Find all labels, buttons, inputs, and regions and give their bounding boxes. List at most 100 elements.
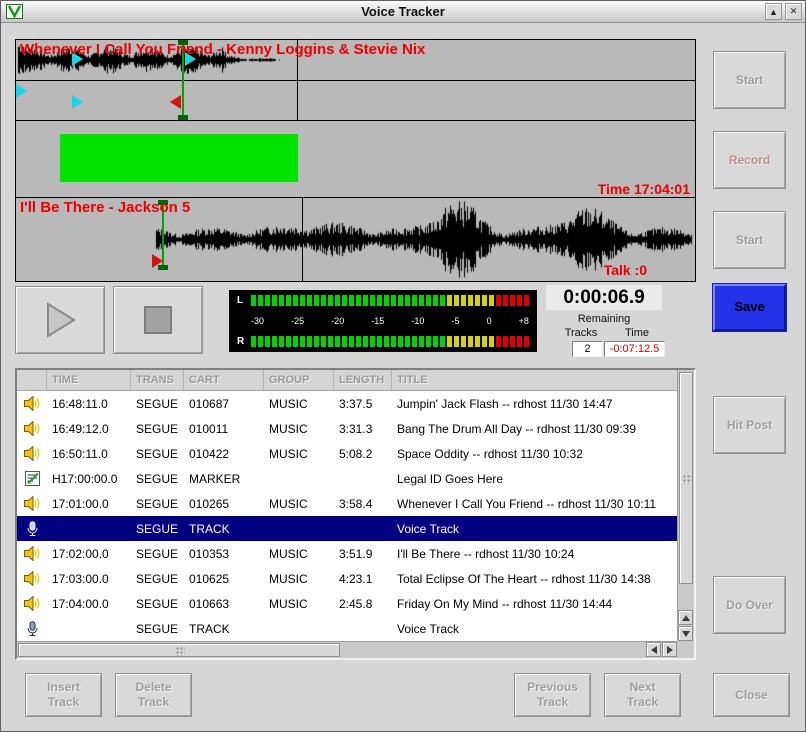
led-segment	[433, 336, 438, 347]
log-row[interactable]: 17:02:00.0SEGUE010353MUSIC3:51.9I'll Be …	[17, 541, 677, 566]
right-channel-label: R	[237, 336, 245, 347]
led-segment	[363, 336, 368, 347]
led-segment	[461, 336, 466, 347]
meter-scale-label: -30	[251, 316, 264, 326]
fade-marker-icon[interactable]	[72, 95, 83, 109]
lane-divider-line	[16, 80, 695, 81]
log-cell-trans: SEGUE	[131, 472, 184, 486]
shade-window-icon[interactable]: ▲	[765, 3, 782, 20]
tracks-remaining-value: 2	[572, 341, 603, 357]
log-row[interactable]: 17:04:00.0SEGUE010663MUSIC2:45.8Friday O…	[17, 591, 677, 616]
right-meter-leds	[251, 336, 529, 347]
led-segment	[440, 336, 445, 347]
time-remaining-label: Time	[609, 327, 665, 339]
scroll-up-button[interactable]	[678, 610, 693, 625]
col-header-group: GROUP	[264, 370, 334, 390]
talk-marker-icon[interactable]	[152, 254, 163, 268]
log-cell-trans: SEGUE	[131, 522, 184, 536]
led-segment	[293, 295, 298, 306]
vertical-scrollbar-thumb[interactable]	[679, 372, 693, 584]
meter-scale-label: -10	[411, 316, 424, 326]
col-header-time: TIME	[47, 370, 131, 390]
elapsed-time-display: 0:00:06.9	[546, 285, 662, 310]
scroll-up-icon	[682, 615, 690, 621]
log-cell-time: 17:01:00.0	[47, 497, 131, 511]
scroll-left-button[interactable]	[646, 642, 661, 657]
log-row[interactable]: SEGUETRACKVoice Track	[17, 616, 677, 641]
log-cell-title: Whenever I Call You Friend -- rdhost 11/…	[392, 497, 677, 511]
save-button[interactable]: Save	[713, 284, 786, 331]
led-segment	[517, 295, 522, 306]
close-window-icon[interactable]: ✕	[785, 3, 802, 20]
led-segment	[482, 336, 487, 347]
led-segment	[454, 295, 459, 306]
log-row[interactable]: 16:49:12.0SEGUE010011MUSIC3:31.3Bang The…	[17, 416, 677, 441]
stop-icon	[141, 303, 175, 337]
play-button[interactable]	[15, 286, 105, 354]
vertical-scrollbar[interactable]	[677, 370, 694, 641]
scroll-down-button[interactable]	[678, 626, 693, 641]
led-segment	[293, 336, 298, 347]
close-button[interactable]: Close	[713, 673, 790, 717]
start-track1-button[interactable]: Start	[713, 51, 786, 109]
led-segment	[447, 295, 452, 306]
log-row[interactable]: H17:00:00.0SEGUEMARKERLegal ID Goes Here	[17, 466, 677, 491]
led-segment	[335, 336, 340, 347]
log-cell-cart: TRACK	[184, 622, 264, 636]
start-track2-button[interactable]: Start	[713, 211, 786, 269]
fade-marker-icon[interactable]	[16, 84, 27, 98]
led-segment	[300, 295, 305, 306]
led-segment	[314, 336, 319, 347]
stop-button[interactable]	[113, 286, 203, 354]
meter-scale-label: -20	[331, 316, 344, 326]
titlebar[interactable]: Voice Tracker ▲ ✕	[1, 1, 805, 23]
led-segment	[370, 336, 375, 347]
log-cell-length: 3:51.9	[334, 547, 392, 561]
delete-track-button[interactable]: Delete Track	[115, 673, 192, 717]
led-segment	[335, 295, 340, 306]
voice-track-region[interactable]	[60, 134, 298, 182]
col-header-trans: TRANS	[131, 370, 184, 390]
horizontal-scrollbar-thumb[interactable]	[18, 643, 340, 657]
scroll-right-button[interactable]	[662, 642, 677, 657]
next-track-button[interactable]: Next Track	[604, 673, 681, 717]
voice-track-editor: Whenever I Call You Friend - Kenny Loggi…	[15, 39, 696, 282]
speaker-icon	[17, 596, 47, 611]
left-channel-label: L	[237, 295, 245, 306]
log-rows: 16:48:11.0SEGUE010687MUSIC3:37.5Jumpin' …	[17, 391, 677, 641]
led-segment	[349, 295, 354, 306]
log-cell-trans: SEGUE	[131, 572, 184, 586]
led-segment	[307, 295, 312, 306]
track2-lane[interactable]: I'll Be There - Jackson 5 Talk :0	[16, 198, 695, 281]
play-icon	[38, 299, 82, 341]
log-cell-group: MUSIC	[264, 572, 334, 586]
marker-handle[interactable]	[178, 115, 188, 120]
log-cell-title: Legal ID Goes Here	[392, 472, 677, 486]
led-segment	[496, 336, 501, 347]
log-cell-cart: 010011	[184, 422, 264, 436]
record-button[interactable]: Record	[713, 131, 786, 189]
log-row[interactable]: 17:01:00.0SEGUE010265MUSIC3:58.4Whenever…	[17, 491, 677, 516]
hit-post-button[interactable]: Hit Post	[713, 396, 786, 454]
mic-icon	[17, 621, 47, 637]
log-cell-title: Jumpin' Jack Flash -- rdhost 11/30 14:47	[392, 397, 677, 411]
track1-lane[interactable]: Whenever I Call You Friend - Kenny Loggi…	[16, 40, 695, 121]
log-cell-length: 3:58.4	[334, 497, 392, 511]
led-segment	[454, 336, 459, 347]
led-segment	[468, 295, 473, 306]
log-row[interactable]: SEGUETRACKVoice Track	[17, 516, 677, 541]
horizontal-scrollbar[interactable]	[17, 641, 677, 658]
insert-track-button[interactable]: Insert Track	[25, 673, 102, 717]
log-row[interactable]: 16:48:11.0SEGUE010687MUSIC3:37.5Jumpin' …	[17, 391, 677, 416]
voice-track-lane[interactable]: Time 17:04:01	[16, 121, 695, 198]
log-row[interactable]: 17:03:00.0SEGUE010625MUSIC4:23.1Total Ec…	[17, 566, 677, 591]
do-over-button[interactable]: Do Over	[713, 576, 786, 634]
led-segment	[440, 295, 445, 306]
log-cell-title: Friday On My Mind -- rdhost 11/30 14:44	[392, 597, 677, 611]
log-cell-length: 2:45.8	[334, 597, 392, 611]
previous-track-button[interactable]: Previous Track	[514, 673, 591, 717]
end-marker-icon[interactable]	[170, 95, 181, 109]
led-segment	[279, 295, 284, 306]
log-row[interactable]: 16:50:11.0SEGUE010422MUSIC5:08.2Space Od…	[17, 441, 677, 466]
log-cell-length: 4:23.1	[334, 572, 392, 586]
